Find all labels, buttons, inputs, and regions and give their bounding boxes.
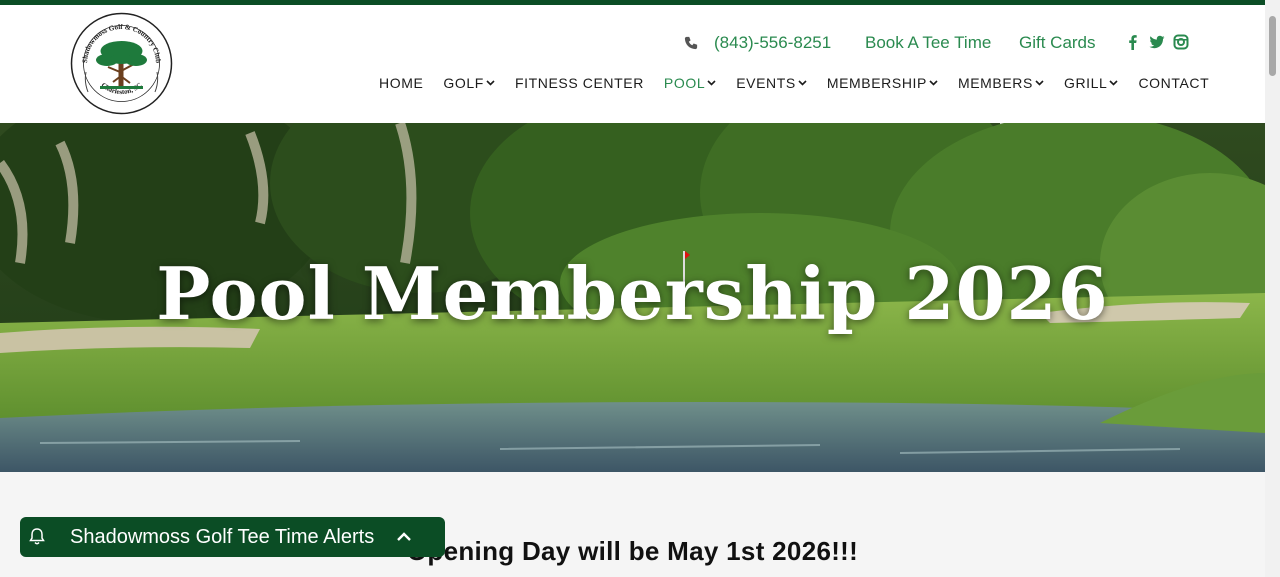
instagram-icon[interactable]: [1173, 34, 1189, 50]
nav-item-membership[interactable]: MEMBERSHIP: [827, 75, 938, 91]
nav-item-label: MEMBERS: [957, 75, 1033, 91]
oak-tree-icon: Shadowmoss Golf & Country Club Charlesto…: [70, 12, 173, 115]
chevron-down-icon: [798, 80, 807, 86]
tee-time-alerts-label: Shadowmoss Golf Tee Time Alerts: [70, 525, 375, 548]
bell-icon: [29, 528, 45, 545]
main-nav: HOME GOLF FITNESS CENTER POOL EVENTS MEM…: [379, 75, 1209, 91]
nav-item-label: MEMBERSHIP: [826, 75, 927, 91]
nav-item-label: GOLF: [443, 75, 484, 91]
phone-number[interactable]: (843)-556-8251: [714, 33, 831, 53]
chevron-down-icon: [707, 80, 716, 86]
nav-item-label: GRILL: [1063, 75, 1108, 91]
twitter-icon[interactable]: [1149, 34, 1165, 50]
nav-item-golf[interactable]: GOLF: [443, 75, 495, 91]
chevron-down-icon: [486, 80, 495, 86]
social-links: [1125, 34, 1197, 50]
nav-item-home[interactable]: HOME: [379, 75, 423, 91]
chevron-down-icon: [1035, 80, 1044, 86]
nav-item-fitness-center[interactable]: FITNESS CENTER: [515, 75, 644, 91]
nav-item-label: POOL: [663, 75, 706, 91]
facebook-icon[interactable]: [1125, 34, 1141, 50]
gift-cards-label[interactable]: Gift Cards: [1019, 33, 1096, 53]
nav-item-label: HOME: [379, 75, 424, 91]
gift-cards-link[interactable]: Gift Cards: [1019, 32, 1096, 54]
nav-item-grill[interactable]: GRILL: [1063, 75, 1119, 91]
tee-time-alerts-widget[interactable]: Shadowmoss Golf Tee Time Alerts: [20, 517, 445, 557]
nav-item-label: FITNESS CENTER: [514, 75, 644, 91]
scrollbar-thumb[interactable]: [1269, 16, 1276, 76]
club-logo[interactable]: Shadowmoss Golf & Country Club Charlesto…: [70, 12, 173, 115]
page-scrollbar[interactable]: [1265, 0, 1280, 577]
page-title: Pool Membership 2026: [156, 251, 1109, 336]
chevron-down-icon: [929, 80, 938, 86]
chevron-up-icon[interactable]: [396, 532, 412, 542]
site-header: Shadowmoss Golf & Country Club Charlesto…: [0, 5, 1265, 123]
book-tee-time-label[interactable]: Book A Tee Time: [865, 33, 991, 53]
phone-link[interactable]: (843)-556-8251: [684, 32, 831, 54]
nav-item-label: EVENTS: [736, 75, 796, 91]
hero-banner: Pool Membership 2026: [0, 123, 1265, 472]
nav-item-members[interactable]: MEMBERS: [958, 75, 1044, 91]
nav-item-label: CONTACT: [1138, 75, 1210, 91]
nav-item-pool[interactable]: POOL: [664, 75, 716, 91]
nav-item-events[interactable]: EVENTS: [736, 75, 807, 91]
book-tee-time-link[interactable]: Book A Tee Time: [865, 32, 991, 54]
chevron-down-icon: [1109, 80, 1119, 86]
nav-item-contact[interactable]: CONTACT: [1138, 75, 1209, 91]
phone-icon: [684, 36, 698, 50]
